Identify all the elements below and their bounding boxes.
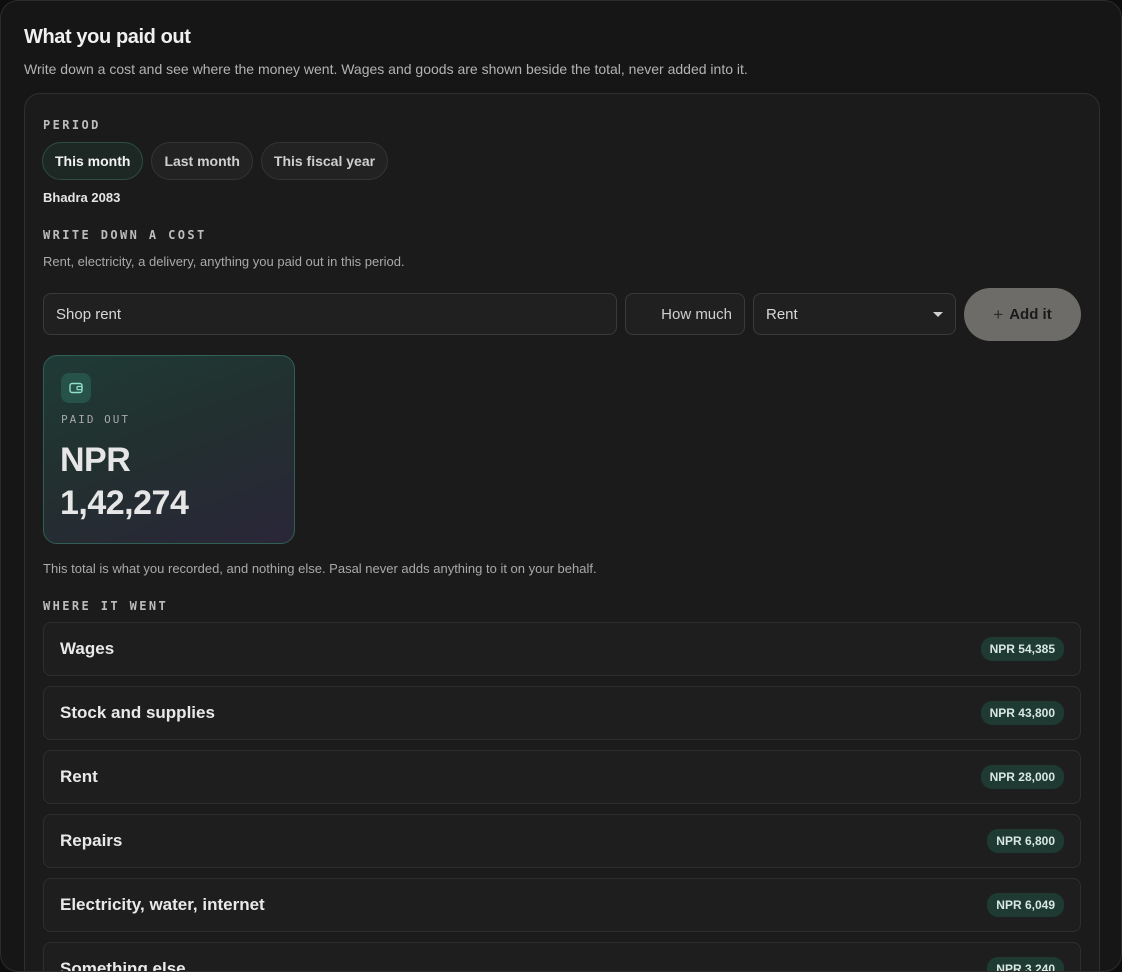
wallet-icon — [61, 373, 91, 403]
page-title: What you paid out — [24, 26, 191, 48]
add-cost-button[interactable]: + Add it — [964, 288, 1081, 341]
plus-icon: + — [993, 304, 1004, 324]
breakdown-list: Wages NPR 54,385 Stock and supplies NPR … — [43, 622, 1081, 972]
breakdown-label: Stock and supplies — [60, 703, 215, 722]
paid-out-total: NPR 1,42,274 — [60, 439, 189, 525]
chip-this-fiscal-year[interactable]: This fiscal year — [260, 142, 389, 180]
add-cost-label: Add it — [1009, 306, 1052, 323]
description-field[interactable]: Shop rent — [43, 293, 617, 335]
amount-badge: NPR 28,000 — [980, 765, 1064, 789]
breakdown-row[interactable]: Rent NPR 28,000 — [43, 750, 1081, 804]
expense-panel: PERIOD This month Last month This fiscal… — [24, 93, 1100, 972]
page-subtitle: Write down a cost and see where the mone… — [24, 61, 748, 77]
chip-this-month[interactable]: This month — [42, 142, 144, 180]
category-select[interactable]: Rent — [753, 293, 956, 335]
period-heading: PERIOD — [43, 118, 101, 132]
period-chips: This month Last month This fiscal year — [42, 142, 389, 180]
current-period-label: Bhadra 2083 — [43, 190, 121, 205]
amount-badge: NPR 3,240 — [987, 957, 1064, 971]
breakdown-row[interactable]: Electricity, water, internet NPR 6,049 — [43, 878, 1081, 932]
breakdown-label: Rent — [60, 767, 98, 786]
paid-out-card: PAID OUT NPR 1,42,274 — [43, 355, 295, 544]
breakdown-row[interactable]: Wages NPR 54,385 — [43, 622, 1081, 676]
paid-out-currency: NPR — [60, 441, 131, 479]
where-it-went-heading: WHERE IT WENT — [43, 599, 169, 613]
amount-badge: NPR 43,800 — [980, 701, 1064, 725]
breakdown-label: Repairs — [60, 831, 123, 850]
breakdown-label: Electricity, water, internet — [60, 895, 265, 914]
breakdown-row[interactable]: Something else NPR 3,240 — [43, 942, 1081, 972]
amount-badge: NPR 6,049 — [987, 893, 1064, 917]
write-cost-hint: Rent, electricity, a delivery, anything … — [43, 254, 405, 269]
paid-out-label: PAID OUT — [61, 413, 130, 426]
breakdown-label: Wages — [60, 639, 115, 658]
chip-last-month[interactable]: Last month — [151, 142, 253, 180]
amount-badge: NPR 54,385 — [980, 637, 1064, 661]
breakdown-row[interactable]: Stock and supplies NPR 43,800 — [43, 686, 1081, 740]
category-value: Rent — [766, 305, 798, 323]
breakdown-row[interactable]: Repairs NPR 6,800 — [43, 814, 1081, 868]
write-cost-heading: WRITE DOWN A COST — [43, 228, 207, 242]
app-window: What you paid out Write down a cost and … — [0, 0, 1122, 972]
chevron-down-icon — [933, 311, 943, 317]
amount-placeholder: How much — [661, 305, 732, 323]
amount-badge: NPR 6,800 — [987, 829, 1064, 853]
breakdown-label: Something else — [60, 959, 186, 972]
paid-out-amount: 1,42,274 — [60, 484, 189, 522]
total-note: This total is what you recorded, and not… — [43, 561, 597, 576]
amount-field[interactable]: How much — [625, 293, 745, 335]
description-value: Shop rent — [56, 305, 122, 323]
